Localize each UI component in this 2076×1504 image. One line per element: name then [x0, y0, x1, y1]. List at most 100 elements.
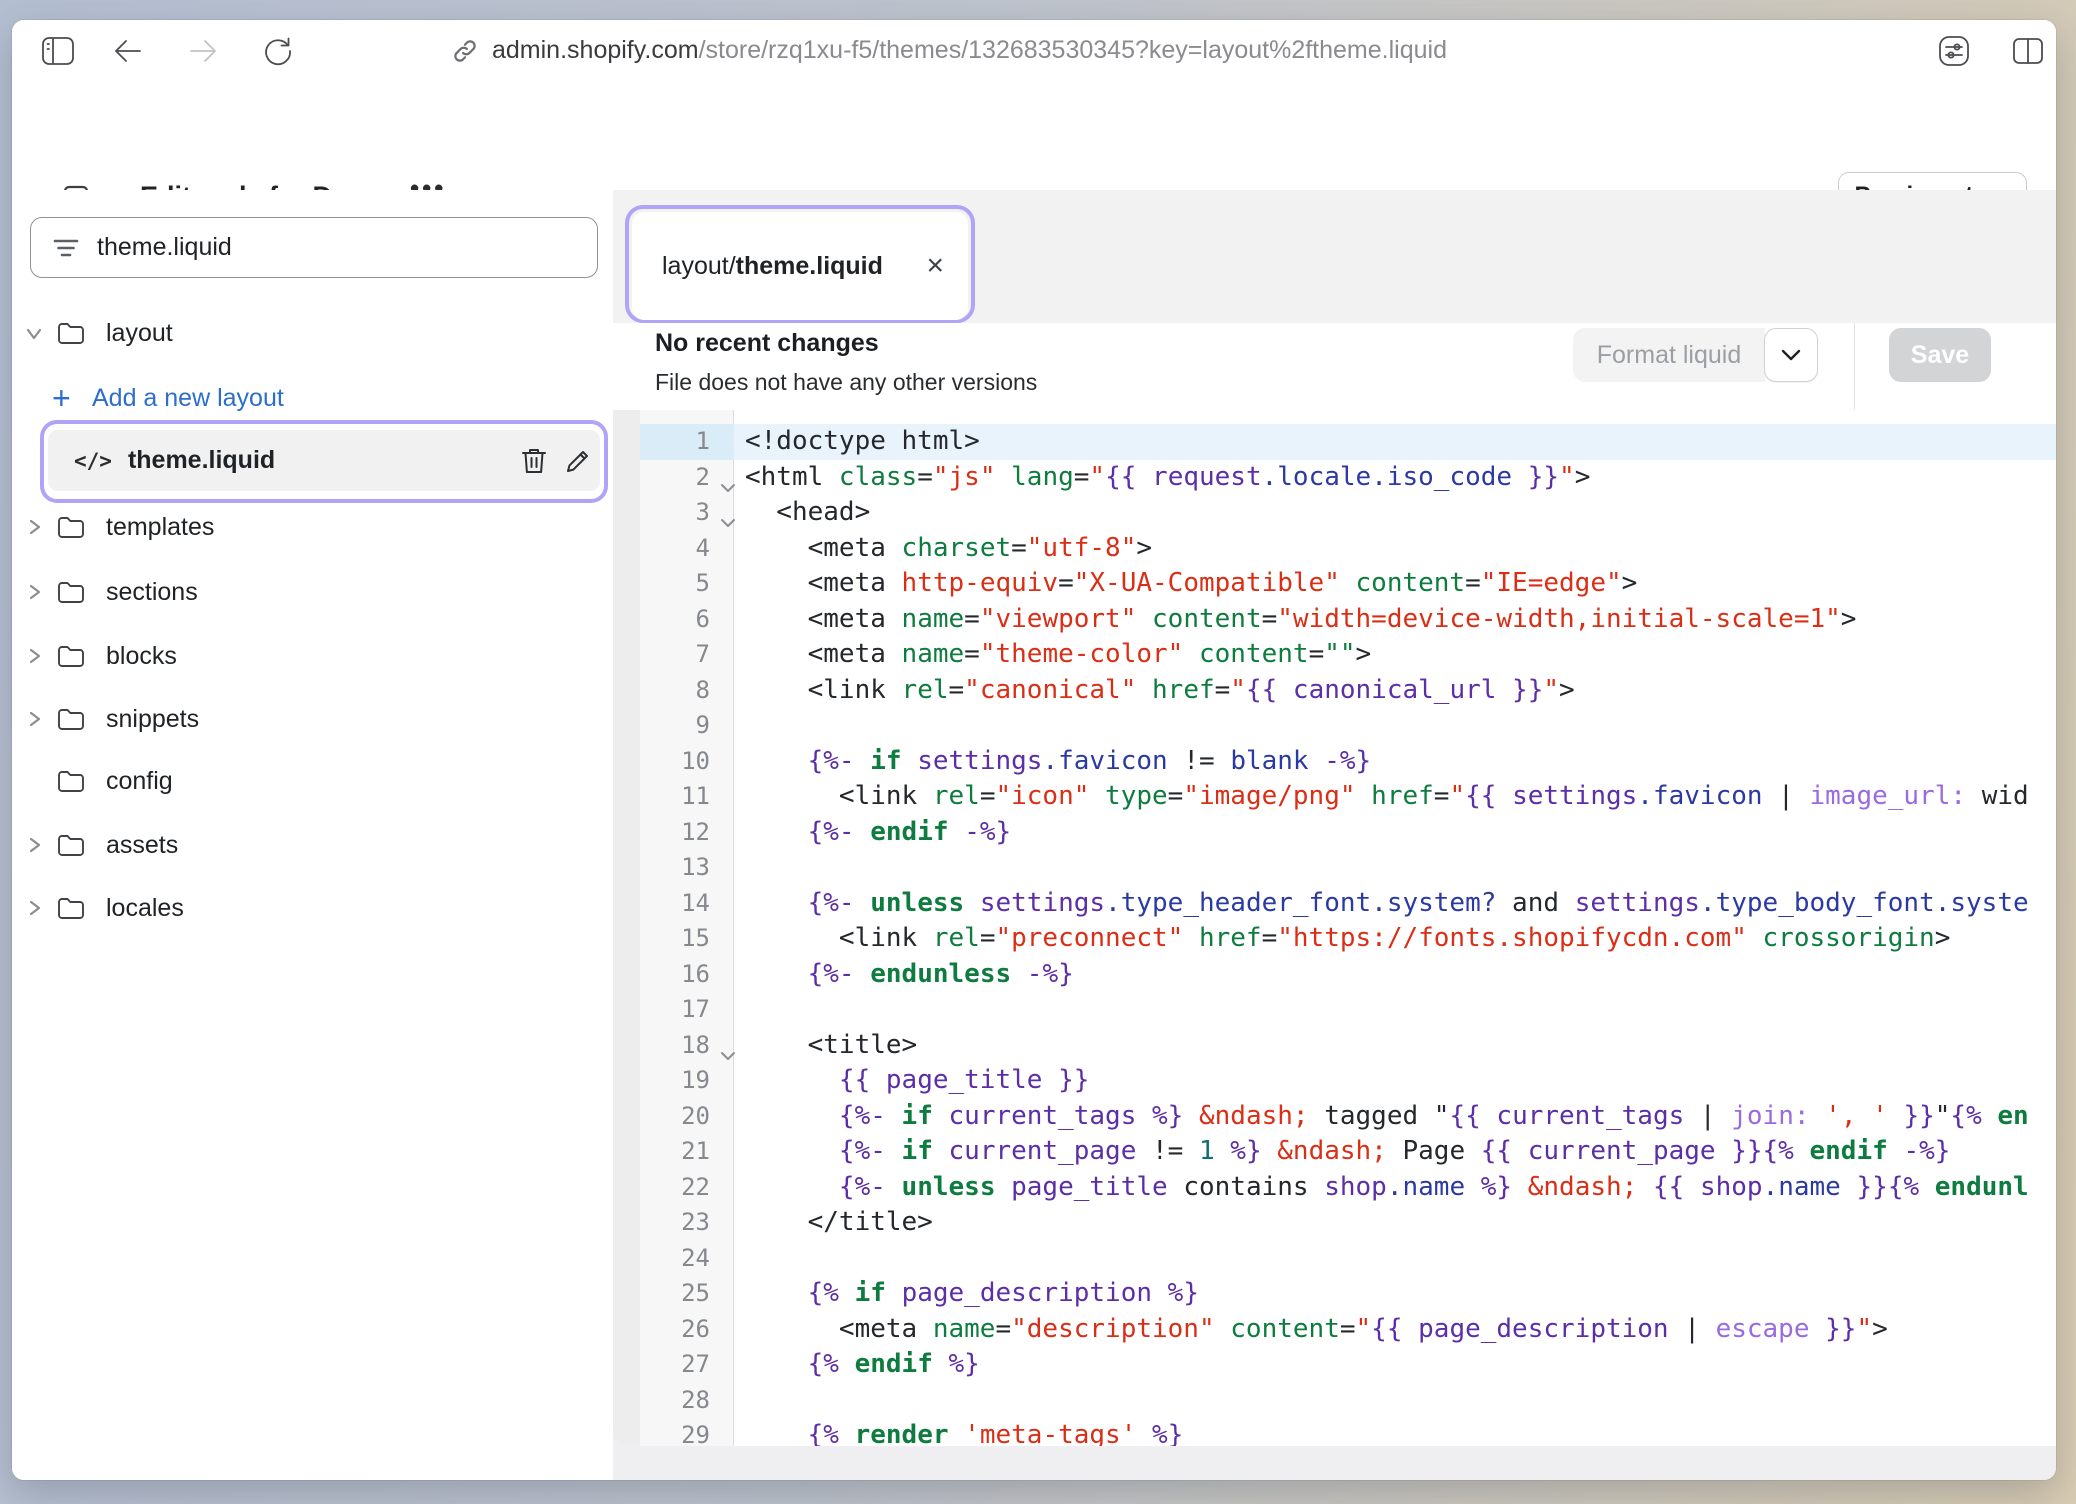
app-header: Edit code for Dawn ••• Preview store	[12, 81, 2056, 191]
code-line[interactable]	[745, 1241, 2056, 1277]
format-dropdown-button[interactable]	[1764, 328, 1818, 382]
code-line[interactable]: {% render 'meta-tags' %}	[745, 1418, 2056, 1446]
code-line[interactable]	[745, 850, 2056, 886]
save-button[interactable]: Save	[1889, 328, 1991, 382]
line-number: 18	[640, 1028, 710, 1064]
line-number: 26	[640, 1312, 710, 1348]
folder-label: locales	[106, 894, 184, 923]
code-line[interactable]	[745, 992, 2056, 1028]
reload-button[interactable]	[258, 31, 298, 71]
line-number: 3	[640, 495, 710, 531]
tab-theme-liquid[interactable]: layout/theme.liquid ×	[632, 212, 968, 320]
rename-file-button[interactable]	[556, 439, 600, 483]
chevron-right-icon[interactable]	[12, 647, 56, 665]
code-line[interactable]: <title>	[745, 1028, 2056, 1064]
line-number: 29	[640, 1418, 710, 1446]
code-line[interactable]: <html class="js" lang="{{ request.locale…	[745, 460, 2056, 496]
address-bar[interactable]: admin.shopify.com/store/rzq1xu-f5/themes…	[452, 20, 1447, 81]
code-line[interactable]: <meta http-equiv="X-UA-Compatible" conte…	[745, 566, 2056, 602]
code-line[interactable]: <meta charset="utf-8">	[745, 531, 2056, 567]
sidebar-item-theme-liquid[interactable]: </>theme.liquid	[48, 430, 600, 491]
format-liquid-label[interactable]: Format liquid	[1573, 328, 1765, 382]
chevron-right-icon[interactable]	[12, 899, 56, 917]
folder-label: blocks	[106, 642, 177, 671]
plus-icon: +	[52, 380, 92, 417]
code-line[interactable]: {%- if current_tags %} &ndash; tagged "{…	[745, 1099, 2056, 1135]
tab-file-name: theme.liquid	[736, 252, 883, 281]
code-line[interactable]: </title>	[745, 1205, 2056, 1241]
code-editor[interactable]: 1234567891011121314151617181920212223242…	[613, 410, 2056, 1446]
code-line[interactable]: <head>	[745, 495, 2056, 531]
chevron-right-icon[interactable]	[12, 518, 56, 536]
chevron-down-icon	[1780, 348, 1802, 362]
url-host: admin.shopify.com	[492, 36, 699, 65]
trash-icon	[520, 446, 548, 476]
line-number: 12	[640, 815, 710, 851]
chevron-right-icon[interactable]	[12, 583, 56, 601]
code-line[interactable]: <meta name="theme-color" content="">	[745, 637, 2056, 673]
code-line[interactable]: <link rel="canonical" href="{{ canonical…	[745, 673, 2056, 709]
delete-file-button[interactable]	[512, 439, 556, 483]
chevron-down-icon[interactable]	[12, 326, 56, 341]
chevron-right-icon[interactable]	[12, 836, 56, 854]
sidebar-item-sections[interactable]: sections	[12, 566, 613, 618]
chevron-right-icon[interactable]	[12, 710, 56, 728]
tab-path-prefix: layout/	[662, 252, 736, 281]
sidebar-item-assets[interactable]: assets	[12, 819, 613, 871]
code-line[interactable]: {{ page_title }}	[745, 1063, 2056, 1099]
code-line[interactable]: {%- if current_page != 1 %} &ndash; Page…	[745, 1134, 2056, 1170]
sidebar-item-locales[interactable]: locales	[12, 882, 613, 934]
fold-toggle-icon[interactable]	[720, 1037, 736, 1073]
forward-button[interactable]	[183, 31, 223, 71]
folder-label: assets	[106, 831, 178, 860]
line-number: 27	[640, 1347, 710, 1383]
code-file-icon: </>	[74, 449, 112, 473]
code-line[interactable]: {%- if settings.favicon != blank -%}	[745, 744, 2056, 780]
line-number: 15	[640, 921, 710, 957]
back-button[interactable]	[108, 31, 148, 71]
code-line[interactable]: {%- unless page_title contains shop.name…	[745, 1170, 2056, 1206]
folder-label: sections	[106, 578, 198, 607]
file-search-input[interactable]: theme.liquid	[30, 217, 598, 278]
line-number: 11	[640, 779, 710, 815]
code-line[interactable]: {%- unless settings.type_header_font.sys…	[745, 886, 2056, 922]
code-line[interactable]: {% endif %}	[745, 1347, 2056, 1383]
code-line[interactable]: <link rel="icon" type="image/png" href="…	[745, 779, 2056, 815]
sidebar-toggle-icon[interactable]	[38, 31, 78, 71]
code-line[interactable]: {%- endif -%}	[745, 815, 2056, 851]
line-number: 19	[640, 1063, 710, 1099]
code-line[interactable]	[745, 1383, 2056, 1419]
fold-toggle-icon[interactable]	[720, 469, 736, 505]
tab-close-icon[interactable]: ×	[926, 251, 944, 281]
line-number: 6	[640, 602, 710, 638]
line-number: 20	[640, 1099, 710, 1135]
line-number: 17	[640, 992, 710, 1028]
line-number: 23	[640, 1205, 710, 1241]
code-line[interactable]: {%- endunless -%}	[745, 957, 2056, 993]
folder-label: layout	[106, 319, 173, 348]
line-number: 7	[640, 637, 710, 673]
line-number: 25	[640, 1276, 710, 1312]
sidebar-item-templates[interactable]: templates	[12, 501, 613, 553]
code-line[interactable]: <link rel="preconnect" href="https://fon…	[745, 921, 2056, 957]
sidebar-item-layout[interactable]: layout	[12, 307, 613, 359]
split-view-icon[interactable]	[2008, 31, 2048, 71]
code-line[interactable]	[745, 708, 2056, 744]
page-settings-icon[interactable]	[1934, 31, 1974, 71]
code-line[interactable]: <meta name="viewport" content="width=dev…	[745, 602, 2056, 638]
add-new-layout-link[interactable]: +Add a new layout	[12, 372, 613, 424]
line-number: 1	[640, 424, 710, 460]
link-icon	[452, 38, 478, 64]
sidebar-item-snippets[interactable]: snippets	[12, 693, 613, 745]
folder-icon	[56, 768, 106, 794]
folder-label: snippets	[106, 705, 199, 734]
code-line[interactable]: <!doctype html>	[745, 424, 2056, 460]
version-bar-divider	[1854, 323, 1855, 410]
sidebar-item-config[interactable]: config	[12, 755, 613, 807]
folder-icon	[56, 832, 106, 858]
version-subtitle: File does not have any other versions	[655, 369, 1037, 396]
code-line[interactable]: <meta name="description" content="{{ pag…	[745, 1312, 2056, 1348]
sidebar-item-blocks[interactable]: blocks	[12, 630, 613, 682]
code-line[interactable]: {% if page_description %}	[745, 1276, 2056, 1312]
fold-toggle-icon[interactable]	[720, 504, 736, 540]
